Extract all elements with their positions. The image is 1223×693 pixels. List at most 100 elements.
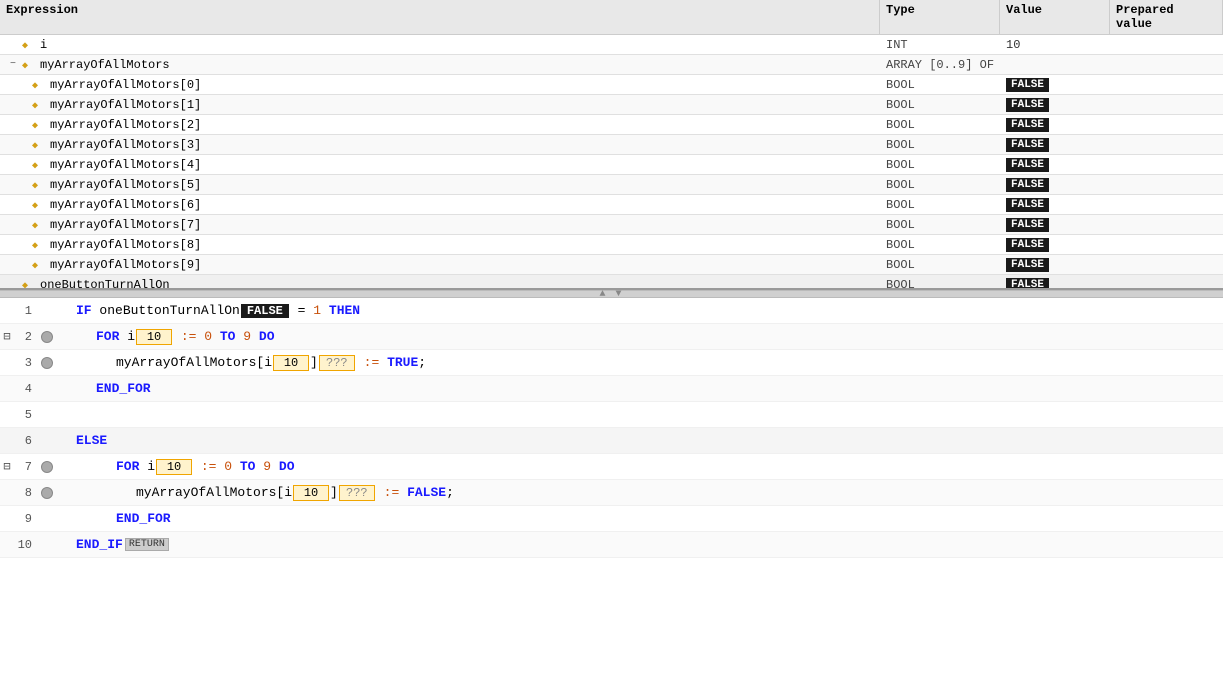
line-code-5 — [56, 413, 1223, 417]
expr-cell: myArrayOfAllMotors[3] — [0, 137, 880, 153]
line-number-10: 10 — [14, 538, 38, 552]
literal-9-2: 9 — [243, 329, 251, 344]
expr-cell: myArrayOfAllMotors[8] — [0, 237, 880, 253]
value-cell: FALSE — [1000, 116, 1110, 133]
value-i-7: 10 — [156, 459, 192, 475]
expr-name: myArrayOfAllMotors[5] — [50, 178, 201, 192]
semicolon-3: ; — [418, 355, 426, 370]
expr-cell: − myArrayOfAllMotors — [0, 57, 880, 73]
value-cell: FALSE — [1000, 276, 1110, 290]
expr-cell: myArrayOfAllMotors[7] — [0, 217, 880, 233]
expr-name: myArrayOfAllMotors[7] — [50, 218, 201, 232]
code-panel[interactable]: 1 IF oneButtonTurnAllOn FALSE = 1 THEN ⊟… — [0, 298, 1223, 693]
code-line-9: 9 END_FOR — [0, 506, 1223, 532]
watch-row[interactable]: myArrayOfAllMotors[7] BOOL FALSE — [0, 215, 1223, 235]
variable-icon — [32, 218, 46, 232]
prep-cell — [1110, 244, 1223, 246]
line-breakpoint-7[interactable] — [38, 461, 56, 473]
watch-row[interactable]: myArrayOfAllMotors[0] BOOL FALSE — [0, 75, 1223, 95]
value-cell: FALSE — [1000, 256, 1110, 273]
expand-placeholder-icon — [16, 238, 30, 252]
watch-row[interactable]: myArrayOfAllMotors[3] BOOL FALSE — [0, 135, 1223, 155]
collapse-icon[interactable]: − — [6, 58, 20, 72]
keyword-end-for: END_FOR — [96, 381, 151, 396]
expr-cell: myArrayOfAllMotors[5] — [0, 177, 880, 193]
code-line-6: 6 ELSE — [0, 428, 1223, 454]
expand-placeholder-icon — [16, 138, 30, 152]
expand-placeholder-icon — [16, 98, 30, 112]
line-breakpoint-2[interactable] — [38, 331, 56, 343]
value-i-3: 10 — [273, 355, 309, 371]
keyword-to-7: TO — [240, 459, 256, 474]
variable-icon — [32, 138, 46, 152]
line-breakpoint-3[interactable] — [38, 357, 56, 369]
variable-icon — [32, 198, 46, 212]
semicolon-8: ; — [446, 485, 454, 500]
type-cell: BOOL — [880, 197, 1000, 213]
watch-panel: Expression Type Value Prepared value i I… — [0, 0, 1223, 290]
watch-row[interactable]: myArrayOfAllMotors[4] BOOL FALSE — [0, 155, 1223, 175]
prep-cell — [1110, 44, 1223, 46]
expr-name: myArrayOfAllMotors[2] — [50, 118, 201, 132]
watch-row[interactable]: myArrayOfAllMotors[1] BOOL FALSE — [0, 95, 1223, 115]
code-line-1: 1 IF oneButtonTurnAllOn FALSE = 1 THEN — [0, 298, 1223, 324]
prep-cell — [1110, 164, 1223, 166]
watch-row[interactable]: myArrayOfAllMotors[8] BOOL FALSE — [0, 235, 1223, 255]
prep-cell — [1110, 144, 1223, 146]
assign-op-7: := — [193, 459, 224, 474]
literal-true-3: TRUE — [387, 355, 418, 370]
variable-icon — [32, 78, 46, 92]
type-cell: BOOL — [880, 117, 1000, 133]
keyword-do: DO — [259, 329, 275, 344]
value-i-2: 10 — [136, 329, 172, 345]
line-indicator-7: ⊟ — [0, 459, 14, 474]
line-breakpoint-8[interactable] — [38, 487, 56, 499]
watch-row[interactable]: − myArrayOfAllMotors ARRAY [0..9] OF BO.… — [0, 55, 1223, 75]
keyword-then: THEN — [329, 303, 360, 318]
line-number-4: 4 — [14, 382, 38, 396]
variable-icon — [32, 118, 46, 132]
variable-icon — [32, 98, 46, 112]
line-number-5: 5 — [14, 408, 38, 422]
code-line-3: 3 myArrayOfAllMotors[i 10 ] ??? := TRUE … — [0, 350, 1223, 376]
literal-0-7: 0 — [224, 459, 232, 474]
breakpoint-circle-8[interactable] — [41, 487, 53, 499]
watch-row[interactable]: i INT 10 — [0, 35, 1223, 55]
line-indicator-2: ⊟ — [0, 329, 14, 344]
bracket-close-3: ] — [310, 355, 318, 370]
breakpoint-circle-3[interactable] — [41, 357, 53, 369]
code-line-8: 8 myArrayOfAllMotors[i 10 ] ??? := FALSE… — [0, 480, 1223, 506]
expr-cell: myArrayOfAllMotors[0] — [0, 77, 880, 93]
expr-name: myArrayOfAllMotors[8] — [50, 238, 201, 252]
watch-row[interactable]: myArrayOfAllMotors[6] BOOL FALSE — [0, 195, 1223, 215]
expr-cell: myArrayOfAllMotors[1] — [0, 97, 880, 113]
expand-placeholder-icon — [6, 38, 20, 52]
prep-cell — [1110, 184, 1223, 186]
var-array-8: myArrayOfAllMotors[i — [136, 485, 292, 500]
panel-divider[interactable]: ▲ ▼ — [0, 290, 1223, 298]
breakpoint-circle-7[interactable] — [41, 461, 53, 473]
line-code-7: FOR i 10 := 0 TO 9 DO — [56, 457, 1223, 477]
line-code-1: IF oneButtonTurnAllOn FALSE = 1 THEN — [56, 301, 1223, 320]
watch-row[interactable]: myArrayOfAllMotors[2] BOOL FALSE — [0, 115, 1223, 135]
watch-rows[interactable]: i INT 10 − myArrayOfAllMotors ARRAY [0..… — [0, 35, 1223, 290]
type-cell: ARRAY [0..9] OF BO... — [880, 57, 1000, 73]
prep-cell — [1110, 104, 1223, 106]
line-code-10: END_IF RETURN — [56, 535, 1223, 554]
header-type: Type — [880, 0, 1000, 34]
variable-icon — [32, 238, 46, 252]
breakpoint-circle-2[interactable] — [41, 331, 53, 343]
type-cell: BOOL — [880, 177, 1000, 193]
expr-cell: myArrayOfAllMotors[9] — [0, 257, 880, 273]
variable-icon — [32, 158, 46, 172]
type-cell: BOOL — [880, 217, 1000, 233]
expr-name: myArrayOfAllMotors[6] — [50, 198, 201, 212]
code-line-4: 4 END_FOR — [0, 376, 1223, 402]
literal-0-2: 0 — [204, 329, 212, 344]
keyword-do-7: DO — [279, 459, 295, 474]
value-cell: FALSE — [1000, 136, 1110, 153]
line-code-8: myArrayOfAllMotors[i 10 ] ??? := FALSE ; — [56, 483, 1223, 503]
expand-placeholder-icon — [16, 118, 30, 132]
watch-row[interactable]: myArrayOfAllMotors[5] BOOL FALSE — [0, 175, 1223, 195]
watch-row[interactable]: myArrayOfAllMotors[9] BOOL FALSE — [0, 255, 1223, 275]
